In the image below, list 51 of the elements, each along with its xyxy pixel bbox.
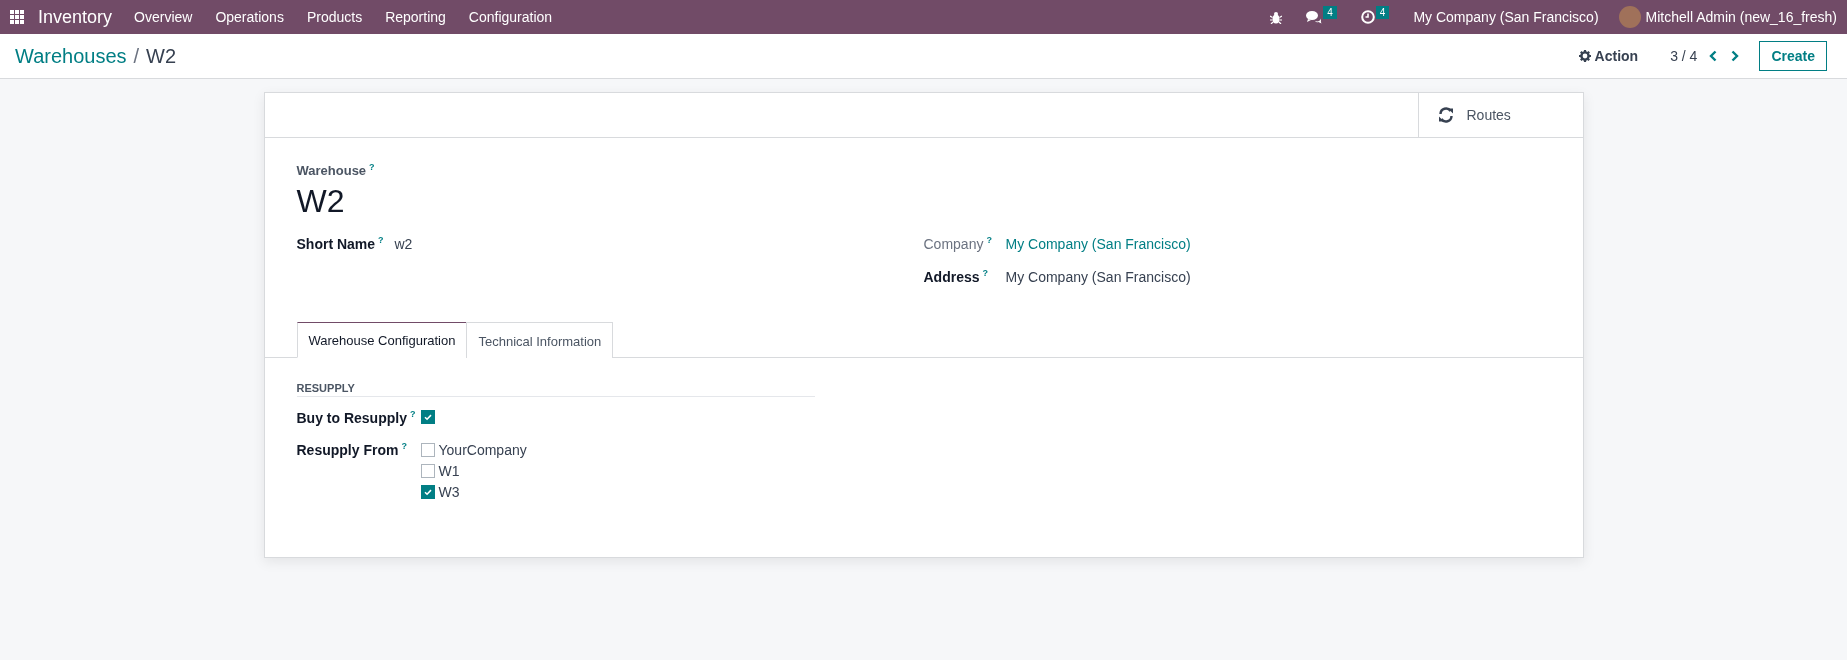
field-label: Company — [923, 236, 984, 252]
help-tooltip[interactable]: ? — [982, 269, 989, 285]
app-name[interactable]: Inventory — [38, 6, 113, 28]
clock-icon[interactable] — [1360, 10, 1375, 24]
field-link[interactable]: My Company (San Francisco) — [1005, 236, 1191, 252]
next-icon[interactable] — [1731, 50, 1740, 62]
company-switcher[interactable]: My Company (San Francisco) — [1413, 9, 1599, 25]
field-value: w2 — [394, 236, 413, 252]
breadcrumb-link[interactable]: Warehouses — [15, 44, 127, 68]
help-tooltip[interactable]: ? — [409, 410, 416, 426]
menu-item[interactable]: Reporting — [385, 9, 446, 25]
menu-item[interactable]: Overview — [134, 9, 193, 25]
checkbox[interactable] — [420, 443, 435, 457]
activity-count-badge: 4 — [1375, 5, 1390, 19]
help-tooltip[interactable]: ? — [369, 163, 375, 178]
tab[interactable]: Technical Information — [466, 322, 614, 358]
menu-item[interactable]: Configuration — [468, 9, 553, 25]
routes-button[interactable]: Routes — [1417, 93, 1583, 137]
field-label: Resupply From — [296, 442, 399, 458]
action-menu[interactable]: Action — [1578, 48, 1639, 64]
menu-item[interactable]: Operations — [215, 9, 284, 25]
title-label: Warehouse — [296, 163, 367, 178]
chat-icon[interactable] — [1306, 10, 1323, 24]
refresh-icon — [1437, 107, 1454, 123]
create-button[interactable]: Create — [1759, 41, 1827, 71]
previous-icon[interactable] — [1709, 50, 1718, 62]
help-tooltip[interactable]: ? — [378, 236, 384, 252]
tab[interactable]: Warehouse Configuration — [296, 322, 468, 358]
field-label: Short Name — [296, 236, 376, 252]
breadcrumb-current: W2 — [146, 44, 177, 68]
pager-value[interactable]: 3 / 4 — [1670, 48, 1698, 64]
help-tooltip[interactable]: ? — [401, 442, 407, 458]
field-label: Buy to Resupply — [296, 410, 407, 426]
checkbox-label[interactable]: YourCompany — [438, 442, 527, 458]
user-menu[interactable]: Mitchell Admin (new_16_fresh) — [1645, 9, 1837, 25]
help-tooltip[interactable]: ? — [986, 236, 992, 252]
checkbox-label[interactable]: W1 — [438, 463, 460, 479]
breadcrumb-separator: / — [133, 44, 140, 68]
checkbox[interactable] — [420, 410, 435, 424]
checkbox[interactable] — [420, 464, 435, 478]
bug-icon[interactable] — [1270, 10, 1283, 24]
record-title: W2 — [296, 182, 346, 220]
field-value: My Company (San Francisco) — [1005, 269, 1191, 285]
menu-item[interactable]: Products — [306, 9, 363, 25]
message-count-badge: 4 — [1323, 5, 1337, 19]
section-heading: RESUPPLY — [296, 382, 815, 397]
checkbox-label[interactable]: W3 — [438, 484, 460, 500]
apps-menu-icon[interactable] — [10, 10, 24, 24]
gear-icon — [1578, 50, 1591, 62]
checkbox[interactable] — [420, 485, 435, 499]
field-label: Address — [923, 269, 980, 285]
